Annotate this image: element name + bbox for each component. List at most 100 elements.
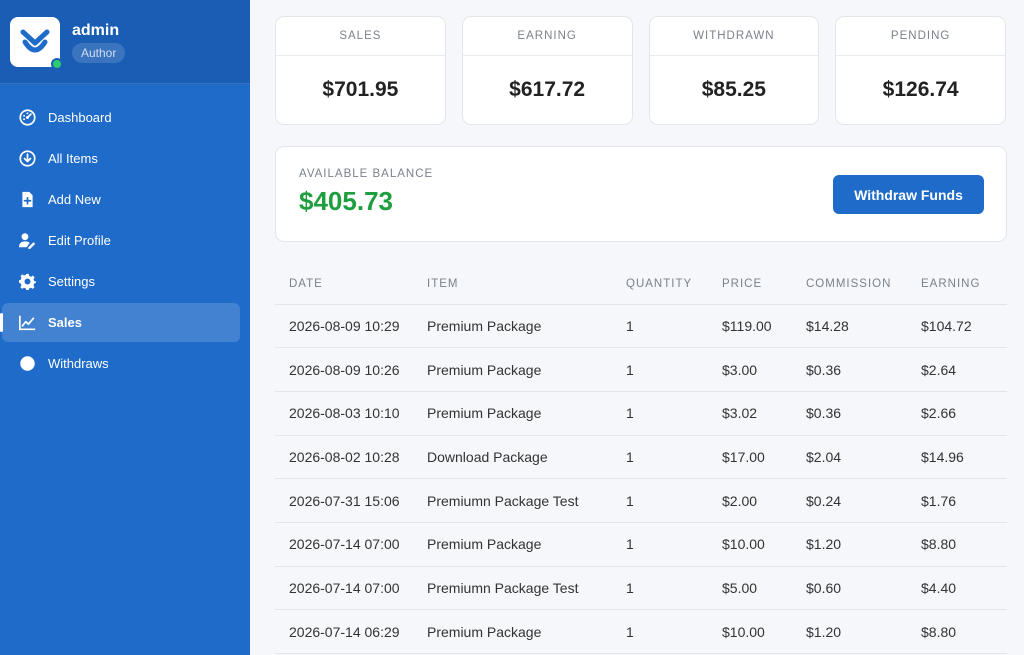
cell-item: Premium Package <box>427 522 626 567</box>
table-row[interactable]: 2026-08-03 10:10 Premium Package 1 $3.02 $0.… <box>275 391 1007 436</box>
cell-item: Premium Package <box>427 391 626 436</box>
sales-table: DATE ITEM QUANTITY PRICE COMMISSION EARN… <box>275 264 1007 654</box>
table-row[interactable]: 2026-07-14 07:00 Premium Package 1 $10.00 $1… <box>275 522 1007 567</box>
table-row[interactable]: 2026-08-09 10:26 Premium Package 1 $3.00 $0.… <box>275 347 1007 392</box>
table-row[interactable]: 2026-08-09 10:29 Premium Package 1 $119.00 $… <box>275 304 1007 349</box>
sidebar-item-edit-profile[interactable]: Edit Profile <box>2 221 240 260</box>
cell-price: $5.00 <box>722 566 806 611</box>
cell-commission: $0.24 <box>806 478 921 523</box>
table-header-row: DATE ITEM QUANTITY PRICE COMMISSION EARN… <box>275 264 1007 305</box>
role-badge: Author <box>72 42 126 63</box>
sidebar-item-dashboard[interactable]: Dashboard <box>2 98 240 137</box>
cell-item: Premium Package <box>427 304 626 349</box>
balance-card: AVAILABLE BALANCE $405.73 Withdraw Funds <box>275 146 1007 242</box>
stat-label: EARNING <box>462 17 632 56</box>
logo-icon <box>20 29 50 52</box>
cell-earning: $4.40 <box>921 566 1007 611</box>
cell-earning: $8.80 <box>921 609 1007 654</box>
cell-earning: $2.66 <box>921 391 1007 436</box>
cell-price: $17.00 <box>722 435 806 480</box>
cell-quantity: 1 <box>626 478 722 523</box>
cell-date: 2026-08-09 10:26 <box>275 347 427 392</box>
avatar[interactable] <box>10 16 63 70</box>
cell-price: $3.02 <box>722 391 806 436</box>
cell-commission: $1.20 <box>806 609 921 654</box>
cell-earning: $1.76 <box>921 478 1007 523</box>
download-circle-icon <box>18 150 36 168</box>
cell-item: Premiumn Package Test <box>427 566 626 611</box>
cell-date: 2026-08-03 10:10 <box>275 391 427 436</box>
sidebar-item-label: All Items <box>48 151 98 166</box>
cell-quantity: 1 <box>626 391 722 436</box>
cell-commission: $2.04 <box>806 435 921 480</box>
sidebar-item-label: Add New <box>48 192 101 207</box>
cell-date: 2026-07-14 07:00 <box>275 522 427 567</box>
stat-value: $701.95 <box>322 78 399 101</box>
stat-value: $126.74 <box>882 78 959 101</box>
cell-commission: $1.20 <box>806 522 921 567</box>
stat-label: PENDING <box>836 17 1005 56</box>
sidebar-item-settings[interactable]: Settings <box>2 262 240 301</box>
stat-value: $617.72 <box>509 78 586 101</box>
sidebar-item-withdraws[interactable]: Withdraws <box>2 344 240 383</box>
cell-date: 2026-07-31 15:06 <box>275 478 427 523</box>
cell-earning: $2.64 <box>921 347 1007 392</box>
cell-price: $3.00 <box>722 347 806 392</box>
cell-earning: $104.72 <box>921 304 1007 349</box>
cell-price: $10.00 <box>722 609 806 654</box>
column-header-price[interactable]: PRICE <box>722 264 806 305</box>
sidebar-item-label: Sales <box>48 315 82 330</box>
cell-item: Premiumn Package Test <box>427 478 626 523</box>
cell-date: 2026-07-14 06:29 <box>275 609 427 654</box>
sidebar-item-sales[interactable]: Sales <box>0 303 240 342</box>
cell-earning: $14.96 <box>921 435 1007 480</box>
dashboard-icon <box>18 109 36 127</box>
cell-item: Premium Package <box>427 609 626 654</box>
cell-commission: $0.60 <box>806 566 921 611</box>
table-row[interactable]: 2026-07-14 06:29 Premium Package 1 $10.00 $1… <box>275 609 1007 654</box>
file-add-icon <box>18 191 36 209</box>
stat-label: SALES <box>276 17 445 56</box>
table-body: 2026-08-09 10:29 Premium Package 1 $119.00 $… <box>275 304 1007 654</box>
column-header-quantity[interactable]: QUANTITY <box>626 264 722 305</box>
stat-card-pending: PENDING $126.74 <box>835 16 1006 125</box>
cell-quantity: 1 <box>626 435 722 480</box>
sidebar-item-label: Dashboard <box>48 110 112 125</box>
stat-label: WITHDRAWN <box>649 17 819 56</box>
cell-commission: $0.36 <box>806 347 921 392</box>
cell-price: $10.00 <box>722 522 806 567</box>
cell-quantity: 1 <box>626 566 722 611</box>
column-header-item[interactable]: ITEM <box>427 264 626 305</box>
stat-card-withdrawn: WITHDRAWN $85.25 <box>648 16 820 125</box>
cell-quantity: 1 <box>626 522 722 567</box>
cell-quantity: 1 <box>626 347 722 392</box>
table-row[interactable]: 2026-07-14 07:00 Premiumn Package Test 1 $5… <box>275 566 1007 611</box>
column-header-earning[interactable]: EARNING <box>921 264 1007 305</box>
cell-date: 2026-08-02 10:28 <box>275 435 427 480</box>
cell-quantity: 1 <box>626 304 722 349</box>
cell-date: 2026-07-14 07:00 <box>275 566 427 611</box>
profile-header: admin Author <box>0 0 250 84</box>
gear-icon <box>18 273 36 291</box>
stats-row: SALES $701.95 EARNING $617.72 WITHDRAWN … <box>275 16 1006 125</box>
cell-quantity: 1 <box>626 609 722 654</box>
withdraw-funds-button[interactable]: Withdraw Funds <box>833 175 984 214</box>
cell-item: Download Package <box>427 435 626 480</box>
column-header-date[interactable]: DATE <box>275 264 427 305</box>
stat-card-earning: EARNING $617.72 <box>461 16 633 125</box>
sidebar-item-label: Settings <box>48 274 95 289</box>
username: admin <box>72 21 120 39</box>
cell-commission: $14.28 <box>806 304 921 349</box>
sidebar-item-add-new[interactable]: Add New <box>2 180 240 219</box>
online-status-dot <box>51 57 63 70</box>
circle-icon <box>18 355 36 373</box>
sidebar-item-label: Withdraws <box>48 356 109 371</box>
sidebar-item-all-items[interactable]: All Items <box>2 139 240 178</box>
column-header-commission[interactable]: COMMISSION <box>806 264 921 305</box>
sidebar: admin Author Dashboard All Items Add New <box>0 0 250 655</box>
cell-earning: $8.80 <box>921 522 1007 567</box>
table-row[interactable]: 2026-08-02 10:28 Download Package 1 $17.00 $… <box>275 435 1007 480</box>
sidebar-item-label: Edit Profile <box>48 233 111 248</box>
table-row[interactable]: 2026-07-31 15:06 Premiumn Package Test 1 $2… <box>275 478 1007 523</box>
sidebar-nav: Dashboard All Items Add New Edit Profile… <box>0 98 250 383</box>
